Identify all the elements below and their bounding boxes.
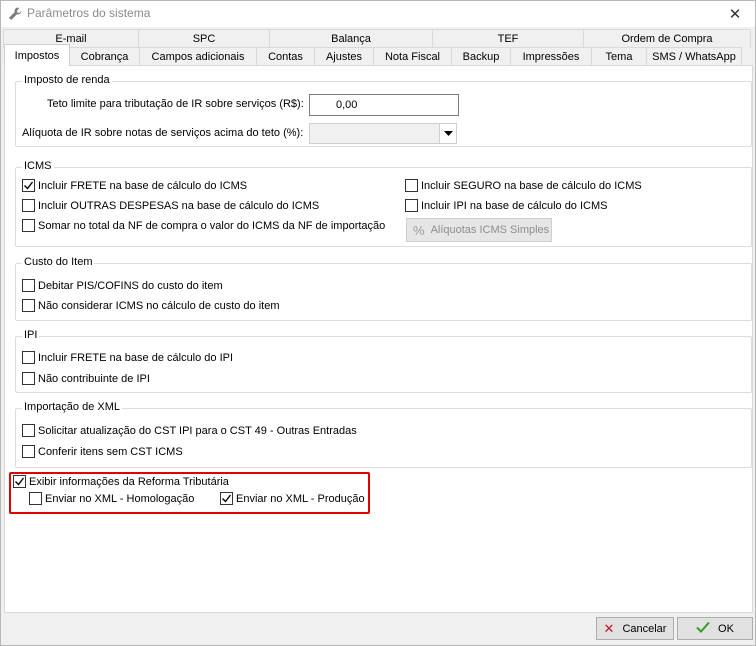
checkbox-unchecked[interactable] [405,199,418,212]
checkbox-unchecked[interactable] [22,219,35,232]
tab-row-bottom: Impostos Cobrança Campos adicionais Cont… [4,44,742,66]
icms-frete-label: Incluir FRETE na base de cálculo do ICMS [38,179,248,192]
nao-considerar-option[interactable]: Não considerar ICMS no cálculo de custo … [22,299,280,312]
title-bar: Parâmetros do sistema ✕ [1,1,755,27]
tab-sms-whatsapp[interactable]: SMS / WhatsApp [646,47,742,66]
homologacao-label: Enviar no XML - Homologação [45,492,195,505]
icms-seguro-label: Incluir SEGURO na base de cálculo do ICM… [421,179,642,192]
icms-seguro-option[interactable]: Incluir SEGURO na base de cálculo do ICM… [405,179,642,192]
group-label: Custo do Item [22,256,95,268]
producao-label: Enviar no XML - Produção [236,492,365,505]
group-importacao-xml: Importação de XML Solicitar atualização … [15,401,752,468]
chevron-down-icon[interactable] [439,124,456,143]
group-label: IPI [22,329,40,341]
aliquota-label: Alíquota de IR sobre notas de serviços a… [22,127,304,139]
aliquotas-button-label: Alíquotas ICMS Simples [430,224,550,236]
icms-outras-despesas-label: Incluir OUTRAS DESPESAS na base de cálcu… [38,199,320,212]
close-button[interactable]: ✕ [715,1,755,27]
group-label: ICMS [22,160,54,172]
nao-contribuinte-label: Não contribuinte de IPI [38,372,150,385]
exibir-reforma-option[interactable]: Exibir informações da Reforma Tributária [13,475,229,488]
ipi-frete-label: Incluir FRETE na base de cálculo do IPI [38,351,234,364]
close-icon: ✕ [603,620,615,636]
checkbox-unchecked[interactable] [22,445,35,458]
solicitar-label: Solicitar atualização do CST IPI para o … [38,424,357,437]
window-title: Parâmetros do sistema [27,6,151,20]
conferir-option[interactable]: Conferir itens sem CST ICMS [22,445,183,458]
checkbox-checked[interactable] [22,179,35,192]
tab-nota-fiscal[interactable]: Nota Fiscal [373,47,452,66]
aliquota-select[interactable] [309,123,457,144]
group-label: Importação de XML [22,401,122,413]
nao-considerar-label: Não considerar ICMS no cálculo de custo … [38,299,280,312]
conferir-label: Conferir itens sem CST ICMS [38,445,183,458]
tab-cobranca[interactable]: Cobrança [69,47,140,66]
tab-balanca[interactable]: Balança [269,29,433,48]
solicitar-option[interactable]: Solicitar atualização do CST IPI para o … [22,424,357,437]
ok-label: OK [718,622,734,635]
homologacao-option[interactable]: Enviar no XML - Homologação [29,492,194,505]
aliquotas-icms-simples-button[interactable]: % Alíquotas ICMS Simples [406,218,552,242]
percent-icon: % [413,222,425,238]
teto-label: Teto limite para tributação de IR sobre … [47,98,304,110]
group-icms: ICMS Incluir FRETE na base de cálculo do… [15,160,752,247]
tab-contas[interactable]: Contas [256,47,315,66]
checkbox-checked[interactable] [220,492,233,505]
tab-impostos[interactable]: Impostos [4,44,70,66]
check-icon [696,621,710,636]
checkbox-unchecked[interactable] [22,351,35,364]
exibir-reforma-label: Exibir informações da Reforma Tributária [29,475,229,488]
tab-campos-adicionais[interactable]: Campos adicionais [139,47,257,66]
icms-ipi-option[interactable]: Incluir IPI na base de cálculo do ICMS [405,199,607,212]
checkbox-unchecked[interactable] [405,179,418,192]
tab-panel-impostos: Imposto de renda Teto limite para tribut… [4,65,753,613]
debitar-label: Debitar PIS/COFINS do custo do item [38,279,223,292]
tab-impressoes[interactable]: Impressões [510,47,592,66]
teto-value: 0,00 [336,99,358,111]
checkbox-unchecked[interactable] [22,299,35,312]
tab-backup[interactable]: Backup [451,47,511,66]
tab-ordem-compra[interactable]: Ordem de Compra [583,29,751,48]
dialog-window: Parâmetros do sistema ✕ E-mail SPC Balan… [0,0,756,646]
group-custo-item: Custo do Item Debitar PIS/COFINS do cust… [15,256,752,321]
cancel-label: Cancelar [622,622,667,635]
ok-button[interactable]: OK [677,617,753,640]
cancel-button[interactable]: ✕ Cancelar [596,617,674,640]
icms-outras-despesas-option[interactable]: Incluir OUTRAS DESPESAS na base de cálcu… [22,199,319,212]
teto-input[interactable]: 0,00 [309,94,459,116]
tab-tema[interactable]: Tema [591,47,647,66]
group-label: Imposto de renda [22,74,112,86]
checkbox-unchecked[interactable] [22,279,35,292]
checkbox-unchecked[interactable] [22,199,35,212]
tab-ajustes[interactable]: Ajustes [314,47,374,66]
checkbox-unchecked[interactable] [22,424,35,437]
checkbox-unchecked[interactable] [22,372,35,385]
tab-spc[interactable]: SPC [138,29,270,48]
icms-ipi-label: Incluir IPI na base de cálculo do ICMS [421,199,608,212]
icms-somar-importacao-option[interactable]: Somar no total da NF de compra o valor d… [22,219,385,232]
icms-frete-option[interactable]: Incluir FRETE na base de cálculo do ICMS [22,179,247,192]
checkbox-checked[interactable] [13,475,26,488]
icms-somar-importacao-label: Somar no total da NF de compra o valor d… [38,219,386,232]
nao-contribuinte-option[interactable]: Não contribuinte de IPI [22,372,150,385]
producao-option[interactable]: Enviar no XML - Produção [220,492,365,505]
checkbox-unchecked[interactable] [29,492,42,505]
group-ipi: IPI Incluir FRETE na base de cálculo do … [15,329,752,393]
wrench-icon [7,6,23,22]
ipi-frete-option[interactable]: Incluir FRETE na base de cálculo do IPI [22,351,233,364]
group-imposto-renda: Imposto de renda Teto limite para tribut… [15,74,752,147]
tab-row-top: E-mail SPC Balança TEF Ordem de Compra [3,29,751,48]
close-icon: ✕ [728,6,742,23]
debitar-option[interactable]: Debitar PIS/COFINS do custo do item [22,279,223,292]
tab-tef[interactable]: TEF [432,29,584,48]
